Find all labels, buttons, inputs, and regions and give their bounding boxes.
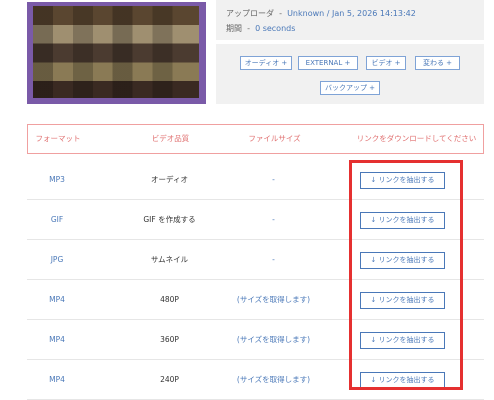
row-size: - [272, 175, 275, 184]
row-size: - [272, 215, 275, 224]
row-format: JPG [50, 255, 64, 264]
thumbnail-image [33, 6, 199, 100]
header-format: フォーマット [35, 134, 81, 143]
row-size: - [272, 255, 275, 264]
duration-row: 期間 - 0 seconds [226, 24, 296, 33]
header-filesize: ファイルサイズ [248, 134, 301, 143]
audio-format-button[interactable]: オーディオ + [240, 56, 292, 70]
uploader-row: アップローダ - Unknown / Jan 5, 2026 14:13:42 [226, 9, 416, 18]
format-button-panel: オーディオ + EXTERNAL + ビデオ + 変わる + バックアップ + [216, 44, 484, 104]
change-format-button[interactable]: 変わる + [415, 56, 460, 70]
row-format: MP4 [49, 375, 65, 384]
video-format-button[interactable]: ビデオ + [366, 56, 406, 70]
duration-value: 0 seconds [255, 24, 296, 33]
highlight-box [349, 160, 463, 390]
row-size[interactable]: (サイズを取得します) [182, 360, 365, 400]
header-download-link: リンクをダウンロードしてください [356, 134, 477, 143]
thumbnail-bottom-bar [27, 98, 206, 104]
row-size[interactable]: (サイズを取得します) [182, 280, 365, 320]
row-format: GIF [50, 215, 64, 224]
row-size[interactable]: (サイズを取得します) [182, 320, 365, 360]
row-format: MP4 [49, 295, 65, 304]
row-format: MP4 [49, 335, 65, 344]
duration-label: 期間 [226, 24, 242, 33]
video-meta: アップローダ - Unknown / Jan 5, 2026 14:13:42 … [216, 0, 484, 40]
row-format: MP3 [49, 175, 65, 184]
uploader-label: アップローダ [226, 9, 274, 18]
uploader-value: Unknown / Jan 5, 2026 14:13:42 [287, 9, 416, 18]
external-format-button[interactable]: EXTERNAL + [298, 56, 358, 70]
backup-format-button[interactable]: バックアップ + [320, 81, 380, 95]
video-thumbnail[interactable] [27, 2, 206, 104]
table-header: フォーマット ビデオ品質 ファイルサイズ リンクをダウンロードしてください [27, 124, 484, 154]
